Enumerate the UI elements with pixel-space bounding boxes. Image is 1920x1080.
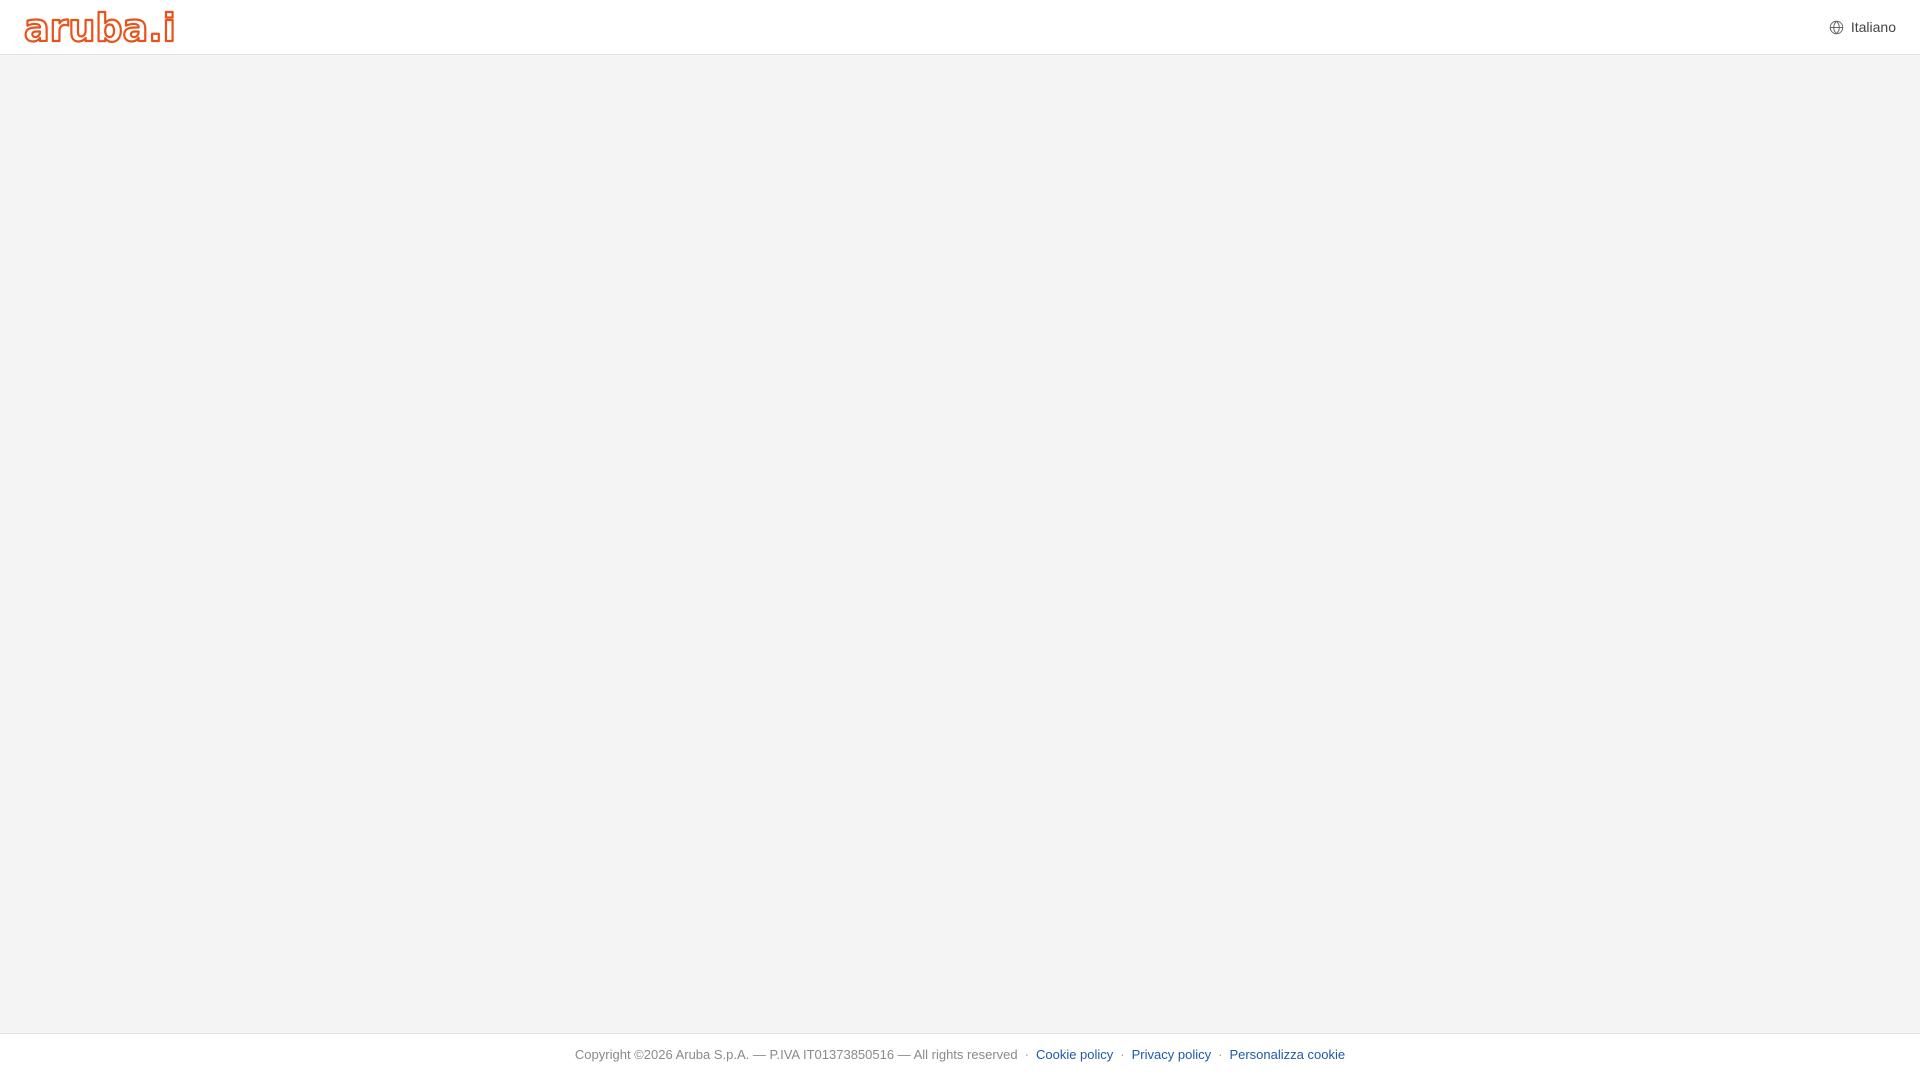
globe-icon [1829,20,1844,35]
personalizza-cookie-link[interactable]: Personalizza cookie [1229,1047,1345,1062]
language-selector[interactable]: Italiano [1829,19,1896,35]
footer-separator: · [1120,1046,1125,1062]
footer: Copyright ©2026 Aruba S.p.A. — P.IVA IT0… [0,1033,1920,1080]
top-header: aruba.it Italiano [0,0,1920,55]
logo-wordmark: aruba.it [24,6,174,49]
aruba-logo[interactable]: aruba.it [24,0,174,55]
aruba-logo-mark: aruba.it [24,5,174,49]
privacy-policy-link[interactable]: Privacy policy [1132,1047,1211,1062]
footer-separator: · [1024,1046,1029,1062]
main-content [0,55,1920,1033]
footer-separator: · [1218,1046,1223,1062]
language-label: Italiano [1850,19,1896,35]
copyright-text: Copyright ©2026 Aruba S.p.A. — P.IVA IT0… [574,1046,1018,1062]
page: aruba.it Italiano Copyright ©2026 Aruba … [0,0,1920,1080]
cookie-policy-link[interactable]: Cookie policy [1036,1047,1113,1062]
